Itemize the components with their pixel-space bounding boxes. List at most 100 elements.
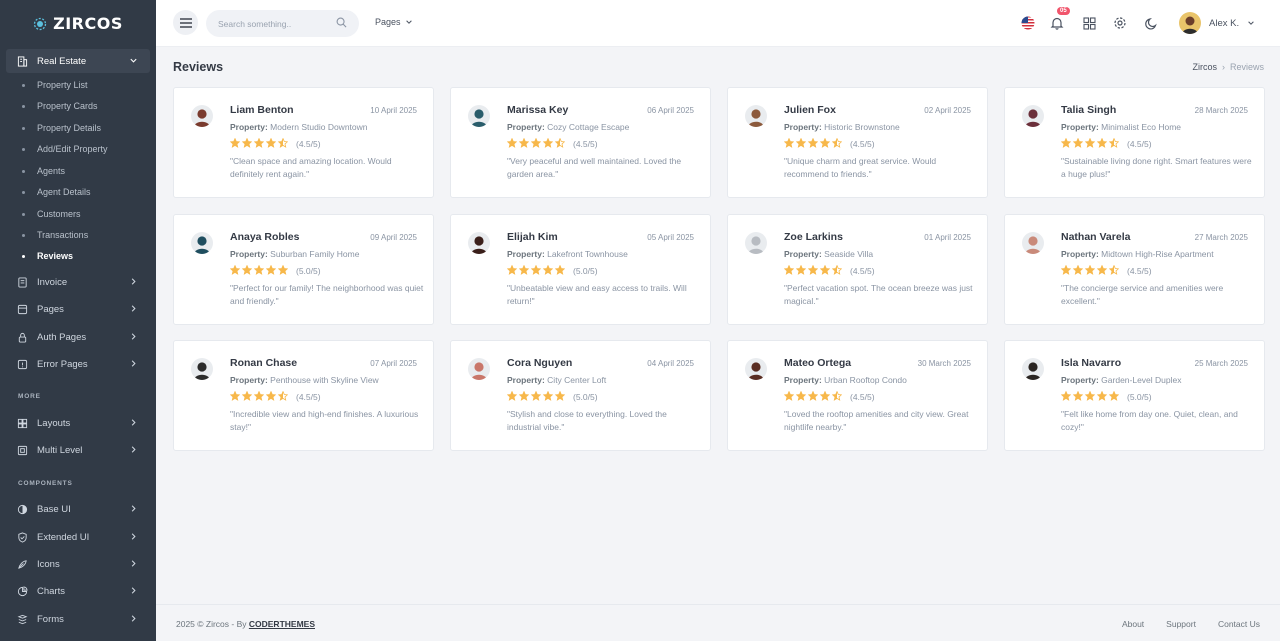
review-card: Talia Singh 28 March 2025 Property: Minima… [1004,87,1265,198]
bullet-dot-icon [22,212,25,216]
star-full-icon [1096,264,1109,276]
lock-icon [18,332,27,343]
chart-icon [17,585,28,596]
bullet-dot-icon [22,147,25,151]
star-full-icon [819,137,832,149]
property-name: Lakefront Townhouse [547,249,628,259]
reviewer-avatar [1022,358,1044,380]
footer: 2025 © Zircos - By CODERTHEMES About Sup… [156,604,1280,641]
star-full-icon [807,264,820,276]
sidebar-subitem[interactable]: Agents [22,164,65,178]
sidebar-item-invoice[interactable]: Invoice [6,270,150,294]
sidebar-item-charts[interactable]: Charts [6,579,150,603]
review-date: 25 March 2025 [1194,359,1248,368]
sidebar-item-label: Layouts [37,417,71,429]
star-full-icon [783,390,796,402]
sidebar-item-layouts[interactable]: Layouts [6,411,150,435]
notifications-button[interactable] [1049,15,1065,31]
reviewer-name: Talia Singh [1061,104,1117,116]
bullet-dot-icon [22,254,25,258]
star-half-icon [831,390,844,402]
star-rating: (4.5/5) [783,390,875,402]
sidebar-item-extended-ui[interactable]: Extended UI [6,525,150,549]
review-property: Property: Minimalist Eco Home [1061,122,1181,132]
sidebar-subitem[interactable]: Property Details [22,121,101,135]
footer-link-support[interactable]: Support [1166,619,1196,629]
review-property: Property: Penthouse with Skyline View [230,375,379,385]
sidebar-item-label: Multi Level [37,444,83,456]
property-name: Urban Rooftop Condo [824,375,907,385]
star-rating: (5.0/5) [506,264,598,276]
sidebar-item-pages[interactable]: Pages [6,297,150,321]
sidebar-subitem[interactable]: Agent Details [22,185,91,199]
star-full-icon [1072,264,1085,276]
sidebar-subitem[interactable]: Transactions [22,228,88,242]
base-ui-icon [17,504,28,514]
breadcrumb: Zircos › Reviews [1192,62,1264,72]
pages-dropdown[interactable]: Pages [375,17,413,27]
rating-value: (5.0/5) [296,265,321,276]
star-full-icon [518,390,531,402]
search-icon[interactable] [336,17,347,28]
reviewer-photo-icon [745,105,767,127]
property-name: Penthouse with Skyline View [270,375,379,385]
sidebar-item-forms[interactable]: Forms [6,607,150,631]
sidebar-item-auth-pages[interactable]: Auth Pages [6,325,150,349]
star-rating: (5.0/5) [1060,390,1152,402]
property-label: Property: [507,249,545,259]
review-text: "The concierge service and amenities wer… [1061,283,1224,306]
review-card: Cora Nguyen 04 April 2025 Property: City C… [450,340,711,451]
sidebar-item-icons[interactable]: Icons [6,552,150,576]
star-full-icon [530,390,543,402]
reviewer-avatar [1022,105,1044,127]
rating-value: (5.0/5) [1127,391,1152,402]
reviewer-name: Cora Nguyen [507,357,573,369]
sidebar-subitem-label: Property Cards [37,101,98,111]
sidebar-item-real-estate[interactable]: Real Estate [6,49,150,73]
user-menu[interactable]: Alex K. [1179,12,1255,34]
sidebar-subitem[interactable]: Reviews [22,249,73,263]
brand-logo[interactable]: ZIRCOS [0,0,156,47]
property-label: Property: [507,375,545,385]
sidebar-item-multi-level[interactable]: Multi Level [6,438,150,462]
settings-button[interactable] [1112,15,1128,31]
sidebar-item-error-pages[interactable]: Error Pages [6,352,150,376]
breadcrumb-link[interactable]: Zircos [1192,62,1217,72]
sidebar-subitem-label: Transactions [37,230,89,240]
star-full-icon [795,264,808,276]
property-label: Property: [1061,249,1099,259]
footer-link-contact[interactable]: Contact Us [1218,619,1260,629]
rating-value: (4.5/5) [850,265,875,276]
star-full-icon [554,264,567,276]
menu-toggle-button[interactable] [173,10,198,35]
footer-link-about[interactable]: About [1122,619,1144,629]
language-flag-button[interactable] [1020,15,1036,31]
star-rating: (5.0/5) [506,390,598,402]
property-name: Historic Brownstone [824,122,900,132]
alert-icon [17,359,28,369]
property-label: Property: [507,122,545,132]
star-full-icon [530,137,543,149]
sidebar-subitem[interactable]: Add/Edit Property [22,142,108,156]
sidebar-item-base-ui[interactable]: Base UI [6,497,150,521]
reviewer-photo-icon [745,232,767,254]
star-full-icon [277,264,290,276]
star-full-icon [1060,264,1073,276]
apps-button[interactable] [1081,15,1097,31]
review-property: Property: Lakefront Townhouse [507,249,628,259]
review-text: "Unique charm and great service. Would r… [784,156,937,179]
theme-toggle-button[interactable] [1143,15,1159,31]
star-full-icon [229,264,242,276]
sidebar-subitem[interactable]: Property List [22,78,88,92]
footer-brand-link[interactable]: CODERTHEMES [249,619,315,629]
sidebar-subitem[interactable]: Customers [22,207,81,221]
star-full-icon [1096,137,1109,149]
chevron-right-icon [131,587,136,594]
property-label: Property: [230,375,268,385]
search-input[interactable] [218,18,328,29]
star-full-icon [542,264,555,276]
star-full-icon [542,137,555,149]
review-text: "Loved the rooftop amenities and city vi… [784,409,969,432]
sidebar-subitem[interactable]: Property Cards [22,99,98,113]
sidebar-item-label: Error Pages [37,358,88,370]
